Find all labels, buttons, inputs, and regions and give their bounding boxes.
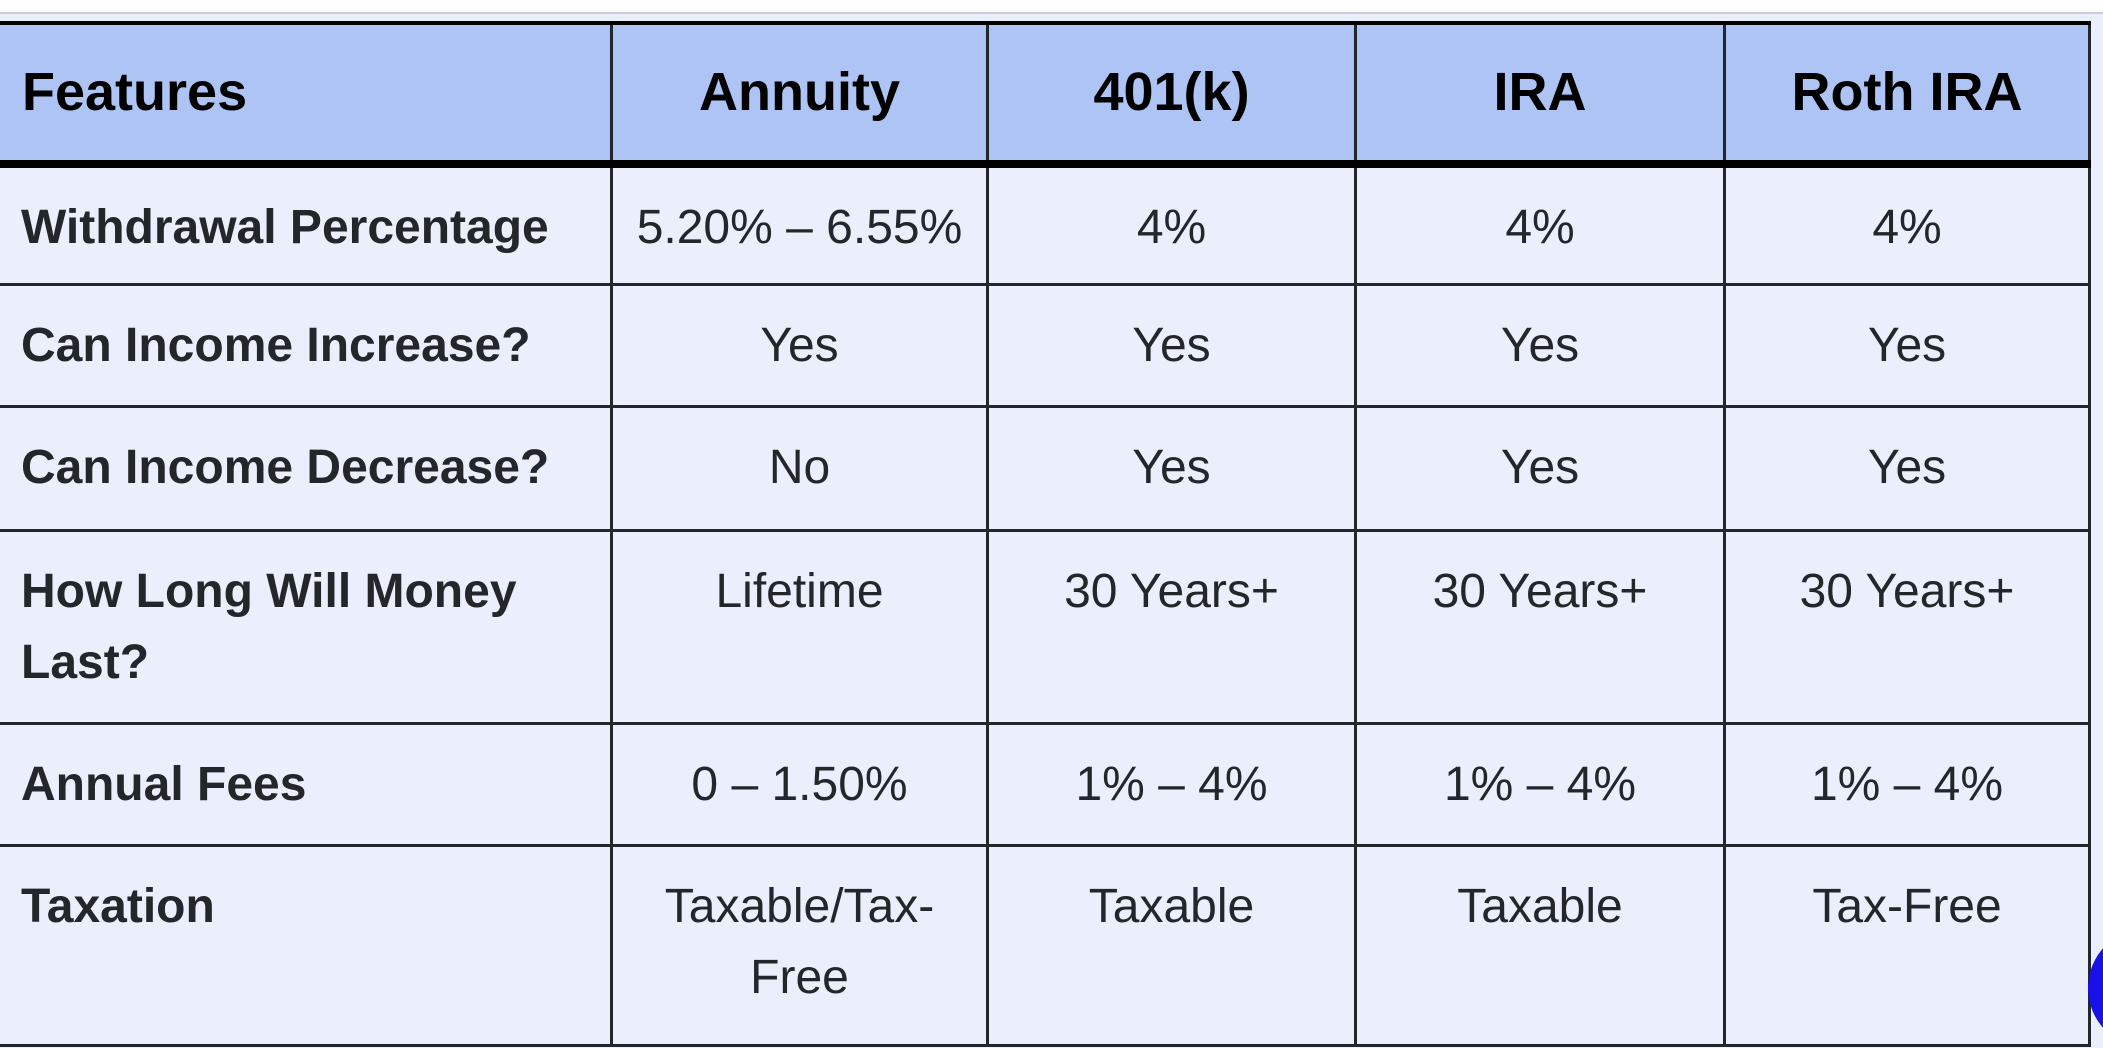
comparison-table: Features Annuity 401(k) IRA Roth IRA Withdra…: [0, 21, 2091, 1047]
row-label: How Long Will Money Last?: [0, 528, 613, 725]
cell-401k: Yes: [986, 282, 1357, 408]
table-row: Withdrawal Percentage 5.20% – 6.55% 4% 4% 4%: [0, 162, 2091, 286]
cell-ira: 1% – 4%: [1354, 721, 1726, 847]
cell-annuity: Lifetime: [610, 528, 989, 725]
table-row: Annual Fees 0 – 1.50% 1% – 4% 1% – 4% 1% – 4…: [0, 721, 2091, 847]
cell-ira: Yes: [1354, 282, 1726, 408]
table-row: How Long Will Money Last? Lifetime 30 Year…: [0, 528, 2091, 725]
cell-roth-ira: 4%: [1723, 162, 2091, 286]
cell-annuity: Taxable/Tax-Free: [610, 843, 989, 1047]
cell-ira: Taxable: [1354, 843, 1726, 1047]
cell-annuity: 5.20% – 6.55%: [610, 162, 989, 286]
table-row: Can Income Decrease? No Yes Yes Yes: [0, 404, 2091, 532]
cell-roth-ira: Yes: [1723, 282, 2091, 408]
cell-roth-ira: Yes: [1723, 404, 2091, 532]
cell-ira: Yes: [1354, 404, 1726, 532]
cell-401k: 30 Years+: [986, 528, 1357, 725]
cell-ira: 30 Years+: [1354, 528, 1726, 725]
column-header-annuity: Annuity: [610, 21, 989, 168]
cell-annuity: 0 – 1.50%: [610, 721, 989, 847]
table-row: Taxation Taxable/Tax-Free Taxable Taxable Ta…: [0, 843, 2091, 1047]
cell-401k: 4%: [986, 162, 1357, 286]
row-label: Annual Fees: [0, 721, 613, 847]
cell-roth-ira: Tax-Free: [1723, 843, 2091, 1047]
column-header-ira: IRA: [1354, 21, 1726, 168]
cell-401k: 1% – 4%: [986, 721, 1357, 847]
row-label: Withdrawal Percentage: [0, 162, 613, 286]
row-label: Can Income Decrease?: [0, 404, 613, 532]
header-row: Features Annuity 401(k) IRA Roth IRA: [0, 21, 2091, 168]
cell-ira: 4%: [1354, 162, 1726, 286]
top-strip: [0, 0, 2103, 14]
row-label: Can Income Increase?: [0, 282, 613, 408]
cell-roth-ira: 30 Years+: [1723, 528, 2091, 725]
column-header-features: Features: [0, 21, 613, 168]
cell-annuity: Yes: [610, 282, 989, 408]
column-header-401k: 401(k): [986, 21, 1357, 168]
table-row: Can Income Increase? Yes Yes Yes Yes: [0, 282, 2091, 408]
column-header-roth-ira: Roth IRA: [1723, 21, 2091, 168]
cell-401k: Yes: [986, 404, 1357, 532]
cell-roth-ira: 1% – 4%: [1723, 721, 2091, 847]
cell-annuity: No: [610, 404, 989, 532]
cell-401k: Taxable: [986, 843, 1357, 1047]
row-label: Taxation: [0, 843, 613, 1047]
